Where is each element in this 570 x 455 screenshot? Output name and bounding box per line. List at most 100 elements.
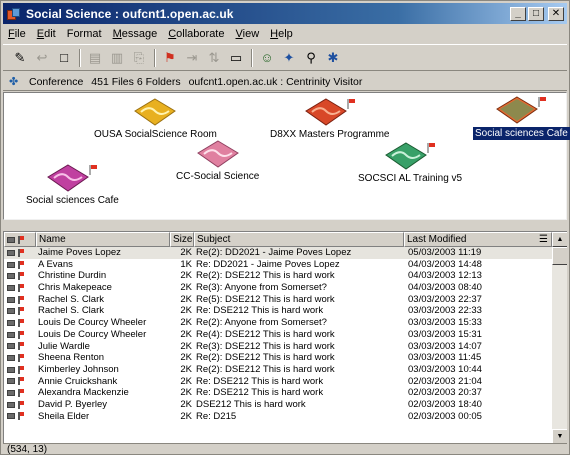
conference-social-cafe-selected[interactable]: Social sciences Cafe (473, 95, 570, 140)
move-icon[interactable]: ⇥ (183, 49, 201, 67)
row-size: 2K (180, 293, 192, 305)
flag-icon (18, 307, 24, 316)
table-row[interactable]: Sheena Renton 2K Re(2): DSE212 This is har… (4, 352, 552, 364)
close-button[interactable]: ✕ (548, 6, 564, 21)
row-modified: 03/03/2003 10:44 (408, 363, 482, 375)
row-modified: 04/03/2003 12:13 (408, 270, 482, 282)
message-icon (7, 343, 15, 350)
minimize-button[interactable]: _ (510, 6, 526, 21)
column-subject[interactable]: Subject (194, 232, 404, 247)
table-row[interactable]: Annie Cruickshank 2K Re: DSE212 This is ha… (4, 376, 552, 388)
scroll-thumb[interactable] (552, 247, 567, 265)
conference-d8xx[interactable]: D8XX Masters Programme (270, 97, 389, 140)
new-message-icon[interactable]: ✎ (11, 49, 29, 67)
table-row[interactable]: A Evans 1K Re: DD2021 - Jaime Poves Lopez 0… (4, 259, 552, 271)
table-row[interactable]: Alexandra Mackenzie 2K Re: DSE212 This is … (4, 387, 552, 399)
row-name: Christine Durdin (38, 270, 107, 282)
status-bar: (534, 13) (3, 443, 567, 455)
menu-file[interactable]: File (8, 28, 26, 40)
window-icon[interactable]: ▭ (227, 49, 245, 67)
column-name[interactable]: Name (36, 232, 170, 247)
column-size[interactable]: Size (170, 232, 194, 247)
flag-icon (18, 412, 24, 421)
table-row[interactable]: Louis De Courcy Wheeler 2K Re(4): DSE212 T… (4, 329, 552, 341)
conference-icon-pane: OUSA SocialScience Room D8XX Masters Pro… (3, 92, 570, 220)
row-subject: Re(2): DSE212 This is hard work (196, 270, 335, 282)
table-row[interactable]: Christine Durdin 2K Re(2): DSE212 This is … (4, 270, 552, 282)
row-icons (4, 352, 36, 364)
table-row[interactable]: Rachel S. Clark 2K Re(5): DSE212 This is h… (4, 294, 552, 306)
scroll-up-button[interactable]: ▲ (552, 232, 567, 247)
column-options-icon[interactable]: ☰ (539, 233, 548, 246)
delete-icon[interactable]: ▤ (86, 49, 104, 67)
table-row[interactable]: Louis De Courcy Wheeler 2K Re(2): Anyone f… (4, 317, 552, 329)
conference-ousa[interactable]: OUSA SocialScience Room (94, 97, 217, 140)
list-header: Name Size Subject Last Modified ☰ (4, 232, 552, 247)
row-name: Annie Cruickshank (38, 375, 118, 387)
flag-icon (18, 295, 24, 304)
message-icon (7, 331, 15, 338)
flag-icon (18, 400, 24, 409)
table-row[interactable]: Sheila Elder 2K Re: D215 02/03/2003 00:05 (4, 411, 552, 423)
flag-icon[interactable]: ⚑ (161, 49, 179, 67)
conference-social-cafe[interactable]: Social sciences Cafe (26, 163, 119, 206)
row-size: 2K (180, 398, 192, 410)
menu-format[interactable]: Format (67, 28, 102, 40)
flag-icon (18, 260, 24, 269)
row-modified: 03/03/2003 15:31 (408, 328, 482, 340)
row-size: 2K (180, 352, 192, 364)
reply-icon[interactable]: ↩ (33, 49, 51, 67)
row-icons (4, 282, 36, 294)
table-row[interactable]: Jaime Poves Lopez 2K Re(2): DD2021 - Jaime… (4, 247, 552, 259)
menu-view[interactable]: View (236, 28, 260, 40)
menu-edit[interactable]: Edit (37, 28, 56, 40)
table-row[interactable]: Julie Wardle 2K Re(3): DSE212 This is hard… (4, 341, 552, 353)
copy-icon[interactable]: ⎘ (130, 49, 148, 67)
table-row[interactable]: David P. Byerley 2K DSE212 This is hard wo… (4, 399, 552, 411)
vertical-scrollbar[interactable]: ▲ ▼ (552, 232, 567, 443)
message-icon (7, 273, 15, 280)
pane-splitter[interactable] (3, 221, 567, 231)
row-modified: 03/03/2003 22:33 (408, 305, 482, 317)
message-list: Name Size Subject Last Modified ☰ Jaime … (3, 231, 567, 443)
column-last-modified[interactable]: Last Modified ☰ (404, 232, 552, 247)
table-row[interactable]: Chris Makepeace 2K Re(3): Anyone from Some… (4, 282, 552, 294)
row-subject: Re: D215 (196, 410, 237, 422)
row-size: 2K (180, 410, 192, 422)
toolbar-separator (154, 48, 156, 67)
conference-socsci-al[interactable]: SOCSCI AL Training v5 (358, 141, 462, 184)
sort-icon[interactable]: ⇅ (205, 49, 223, 67)
users-icon[interactable]: ☺ (258, 49, 276, 67)
maximize-button[interactable]: □ (528, 6, 544, 21)
toolbar-separator (251, 48, 253, 67)
message-icon (7, 236, 15, 243)
row-subject: Re(3): Anyone from Somerset? (196, 282, 327, 294)
cut-icon[interactable]: ▥ (108, 49, 126, 67)
row-name: Kimberley Johnson (38, 363, 119, 375)
row-name: Louis De Courcy Wheeler (38, 317, 147, 329)
title-bar[interactable]: Social Science : oufcnt1.open.ac.uk _ □ … (3, 3, 567, 24)
table-row[interactable]: Kimberley Johnson 2K Re(2): DSE212 This is… (4, 364, 552, 376)
row-modified: 02/03/2003 18:40 (408, 398, 482, 410)
row-icons (4, 259, 36, 271)
new-document-icon[interactable]: □ (55, 49, 73, 67)
conference-icon[interactable]: ✦ (280, 49, 298, 67)
table-row[interactable]: Rachel S. Clark 2K Re: DSE212 This is hard… (4, 305, 552, 317)
menu-message[interactable]: Message (113, 28, 158, 40)
row-modified: 04/03/2003 08:40 (408, 282, 482, 294)
row-modified: 02/03/2003 20:37 (408, 387, 482, 399)
scroll-down-button[interactable]: ▼ (552, 429, 567, 443)
menu-help[interactable]: Help (270, 28, 293, 40)
flag-icon (18, 248, 24, 257)
settings-icon[interactable]: ✱ (324, 49, 342, 67)
search-icon[interactable]: ⚲ (302, 49, 320, 67)
row-modified: 03/03/2003 15:33 (408, 317, 482, 329)
row-size: 2K (180, 363, 192, 375)
menu-collaborate[interactable]: Collaborate (168, 28, 224, 40)
server-user: oufcnt1.open.ac.uk : Centrinity Visitor (188, 75, 363, 88)
row-size: 2K (180, 328, 192, 340)
header-icons[interactable] (4, 232, 36, 247)
conference-cc-social[interactable]: CC-Social Science (176, 139, 259, 182)
row-subject: Re: DSE212 This is hard work (196, 305, 324, 317)
flag-icon (18, 318, 24, 327)
